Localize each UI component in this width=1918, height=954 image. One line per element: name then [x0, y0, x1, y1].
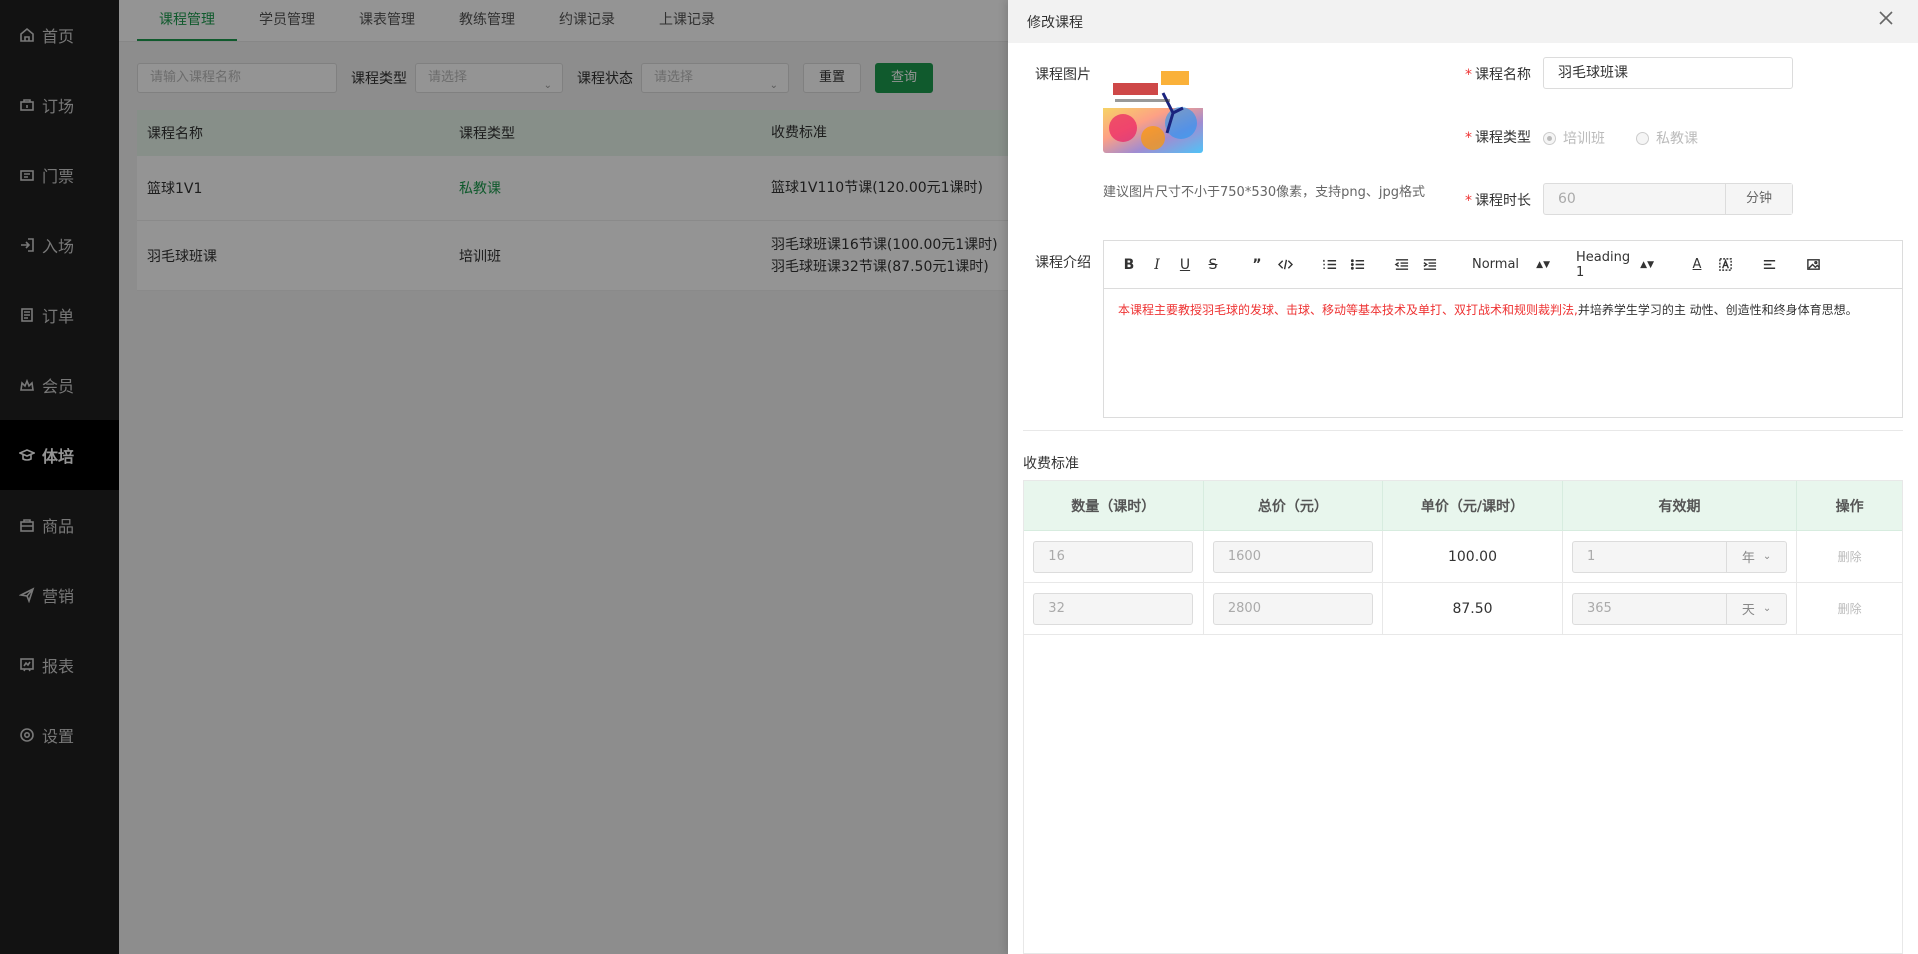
- required-asterisk: *: [1465, 130, 1472, 146]
- radio-dot: [1636, 131, 1649, 145]
- column-header-quantity: 数量（课时）: [1024, 481, 1204, 530]
- radio-dot: [1543, 131, 1556, 145]
- course-image-thumbnail: [1103, 53, 1203, 153]
- chevron-down-icon: ⌄: [1762, 551, 1772, 562]
- total-price-input[interactable]: 1600: [1212, 540, 1373, 573]
- validity-unit-select[interactable]: 年 ⌄: [1726, 541, 1786, 572]
- editor-toolbar: B I U S ” Normal ▲▼ Heading 1 ▲▼ A: [1104, 241, 1902, 289]
- course-type-label: * 课程类型: [1465, 127, 1531, 147]
- cell-total-price: 1600: [1204, 531, 1384, 582]
- column-header-unit-price: 单价（元/课时）: [1383, 481, 1563, 530]
- bold-icon[interactable]: B: [1118, 254, 1140, 276]
- quantity-input[interactable]: 16: [1033, 540, 1194, 573]
- validity-input[interactable]: 1 年 ⌄: [1572, 540, 1788, 573]
- fee-standard-title: 收费标准: [1023, 456, 1079, 472]
- radio-label: 私教课: [1656, 131, 1698, 147]
- editor-content[interactable]: 本课程主要教授羽毛球的发球、击球、移动等基本技术及单打、双打战术和规则裁判法,并…: [1104, 289, 1902, 331]
- validity-unit-value: 年: [1741, 551, 1755, 566]
- radio-private-lesson[interactable]: 私教课: [1636, 128, 1698, 148]
- course-intro-label: 课程介绍: [1035, 255, 1091, 271]
- delete-button[interactable]: 删除: [1838, 548, 1862, 565]
- course-duration-label: * 课程时长: [1465, 190, 1531, 210]
- blockquote-icon[interactable]: ”: [1246, 254, 1268, 276]
- drawer-header: 修改课程: [1008, 0, 1918, 43]
- required-asterisk: *: [1465, 67, 1472, 83]
- editor-content-red: 本课程主要教授羽毛球的发球、击球、移动等基本技术及单打、双打战术和规则裁判法,: [1118, 303, 1578, 317]
- course-type-label-text: 课程类型: [1475, 130, 1531, 146]
- font-size-select-value: Normal: [1472, 257, 1520, 272]
- validity-value: 365: [1587, 600, 1612, 616]
- indent-icon[interactable]: [1418, 254, 1440, 276]
- course-image-upload[interactable]: [1103, 53, 1203, 153]
- validity-input[interactable]: 365 天 ⌄: [1572, 592, 1788, 625]
- heading-select-value: Heading 1: [1576, 249, 1631, 280]
- cell-action: 删除: [1797, 583, 1902, 634]
- delete-button[interactable]: 删除: [1838, 600, 1862, 617]
- section-divider: [1023, 430, 1903, 431]
- validity-value: 1: [1587, 548, 1596, 564]
- quantity-input[interactable]: 32: [1033, 592, 1194, 625]
- column-header-total-price: 总价（元）: [1204, 481, 1384, 530]
- select-arrows-icon: ▲▼: [1640, 259, 1654, 270]
- image-size-hint: 建议图片尺寸不小于750*530像素，支持png、jpg格式: [1103, 185, 1425, 200]
- strikethrough-icon[interactable]: S: [1202, 254, 1224, 276]
- cell-total-price: 2800: [1204, 583, 1384, 634]
- table-row: 32 2800 87.50 365 天 ⌄ 删除: [1024, 583, 1902, 635]
- course-name-input[interactable]: 羽毛球班课: [1543, 57, 1793, 89]
- course-name-label: * 课程名称: [1465, 64, 1531, 84]
- fee-table: 数量（课时） 总价（元） 单价（元/课时） 有效期 操作 16 1600 100…: [1023, 480, 1903, 954]
- radio-training-class[interactable]: 培训班: [1543, 128, 1605, 148]
- validity-unit-select[interactable]: 天 ⌄: [1726, 593, 1786, 624]
- italic-icon[interactable]: I: [1146, 254, 1168, 276]
- cell-validity: 1 年 ⌄: [1563, 531, 1798, 582]
- validity-unit-value: 天: [1741, 603, 1755, 618]
- rich-text-editor: B I U S ” Normal ▲▼ Heading 1 ▲▼ A 本课程主要…: [1103, 240, 1903, 418]
- code-block-icon[interactable]: [1274, 254, 1296, 276]
- cell-action: 删除: [1797, 531, 1902, 582]
- heading-select[interactable]: Heading 1 ▲▼: [1566, 250, 1664, 280]
- radio-label: 培训班: [1563, 131, 1605, 147]
- cell-validity: 365 天 ⌄: [1563, 583, 1798, 634]
- font-size-select[interactable]: Normal ▲▼: [1462, 257, 1560, 272]
- outdent-icon[interactable]: [1390, 254, 1412, 276]
- edit-course-drawer: 修改课程 课程图片 建议图片尺寸不小于750*530像素，支持png、jpg格式…: [1008, 0, 1918, 954]
- cell-quantity: 32: [1024, 583, 1204, 634]
- select-arrows-icon: ▲▼: [1536, 259, 1550, 270]
- cell-unit-price: 87.50: [1383, 583, 1563, 634]
- duration-unit: 分钟: [1725, 184, 1792, 214]
- column-header-validity: 有效期: [1563, 481, 1798, 530]
- underline-icon[interactable]: U: [1174, 254, 1196, 276]
- column-header-action: 操作: [1835, 498, 1864, 515]
- align-icon[interactable]: [1758, 254, 1780, 276]
- cell-quantity: 16: [1024, 531, 1204, 582]
- cell-unit-price: 100.00: [1383, 531, 1563, 582]
- font-color-icon[interactable]: A: [1686, 254, 1708, 276]
- total-price-input[interactable]: 2800: [1212, 592, 1373, 625]
- course-image-label: 课程图片: [1035, 67, 1091, 83]
- modal-overlay[interactable]: [0, 0, 1008, 954]
- course-duration-label-text: 课程时长: [1475, 193, 1531, 209]
- table-row: 16 1600 100.00 1 年 ⌄ 删除: [1024, 531, 1902, 583]
- chevron-down-icon: ⌄: [1762, 603, 1772, 614]
- course-duration-input[interactable]: 60 分钟: [1543, 183, 1793, 215]
- bullet-list-icon[interactable]: [1346, 254, 1368, 276]
- editor-content-rest: 并培养学生学习的主 动性、创造性和终身体育思想。: [1577, 303, 1858, 317]
- image-icon[interactable]: [1802, 254, 1824, 276]
- drawer-title: 修改课程: [1027, 14, 1083, 31]
- required-asterisk: *: [1465, 193, 1472, 209]
- ordered-list-icon[interactable]: [1318, 254, 1340, 276]
- course-duration-value: 60: [1558, 191, 1576, 207]
- course-name-label-text: 课程名称: [1475, 67, 1531, 83]
- close-icon[interactable]: [1878, 10, 1898, 30]
- fee-table-header: 数量（课时） 总价（元） 单价（元/课时） 有效期 操作: [1024, 481, 1902, 531]
- background-color-icon[interactable]: [1714, 254, 1736, 276]
